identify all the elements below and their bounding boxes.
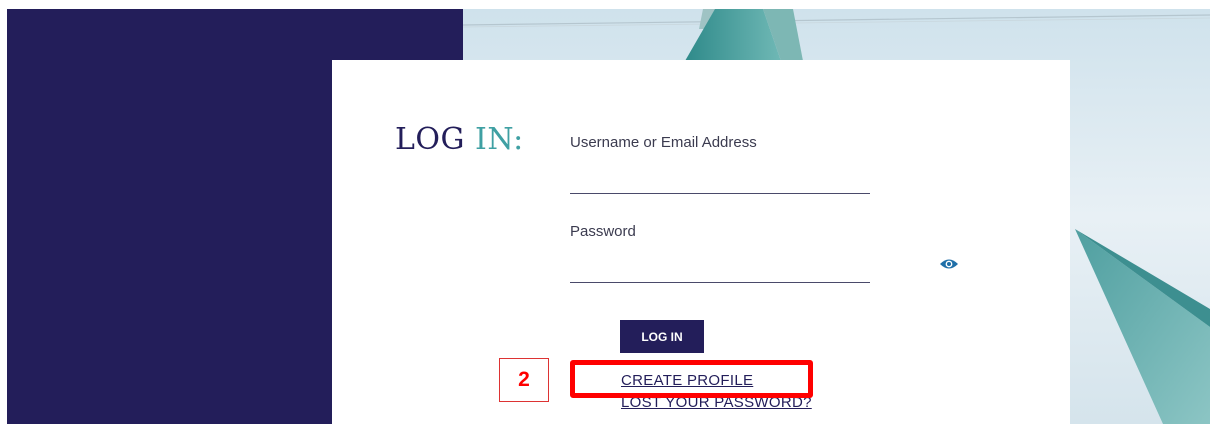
password-label: Password bbox=[570, 223, 636, 240]
login-button[interactable]: LOG IN bbox=[620, 320, 704, 353]
show-password-eye-icon[interactable] bbox=[939, 257, 959, 271]
password-input[interactable] bbox=[570, 254, 870, 283]
login-title: LOG IN: bbox=[395, 122, 524, 157]
username-label: Username or Email Address bbox=[570, 134, 757, 151]
annotation-highlight-box bbox=[570, 360, 813, 398]
username-input[interactable] bbox=[570, 165, 870, 194]
page-stage: LOG IN: Username or Email Address Passwo… bbox=[7, 9, 1210, 424]
login-card: LOG IN: Username or Email Address Passwo… bbox=[332, 60, 1070, 424]
login-title-accent: IN: bbox=[475, 122, 524, 157]
annotation-number-badge: 2 bbox=[499, 358, 549, 402]
login-title-word: LOG bbox=[395, 122, 476, 157]
